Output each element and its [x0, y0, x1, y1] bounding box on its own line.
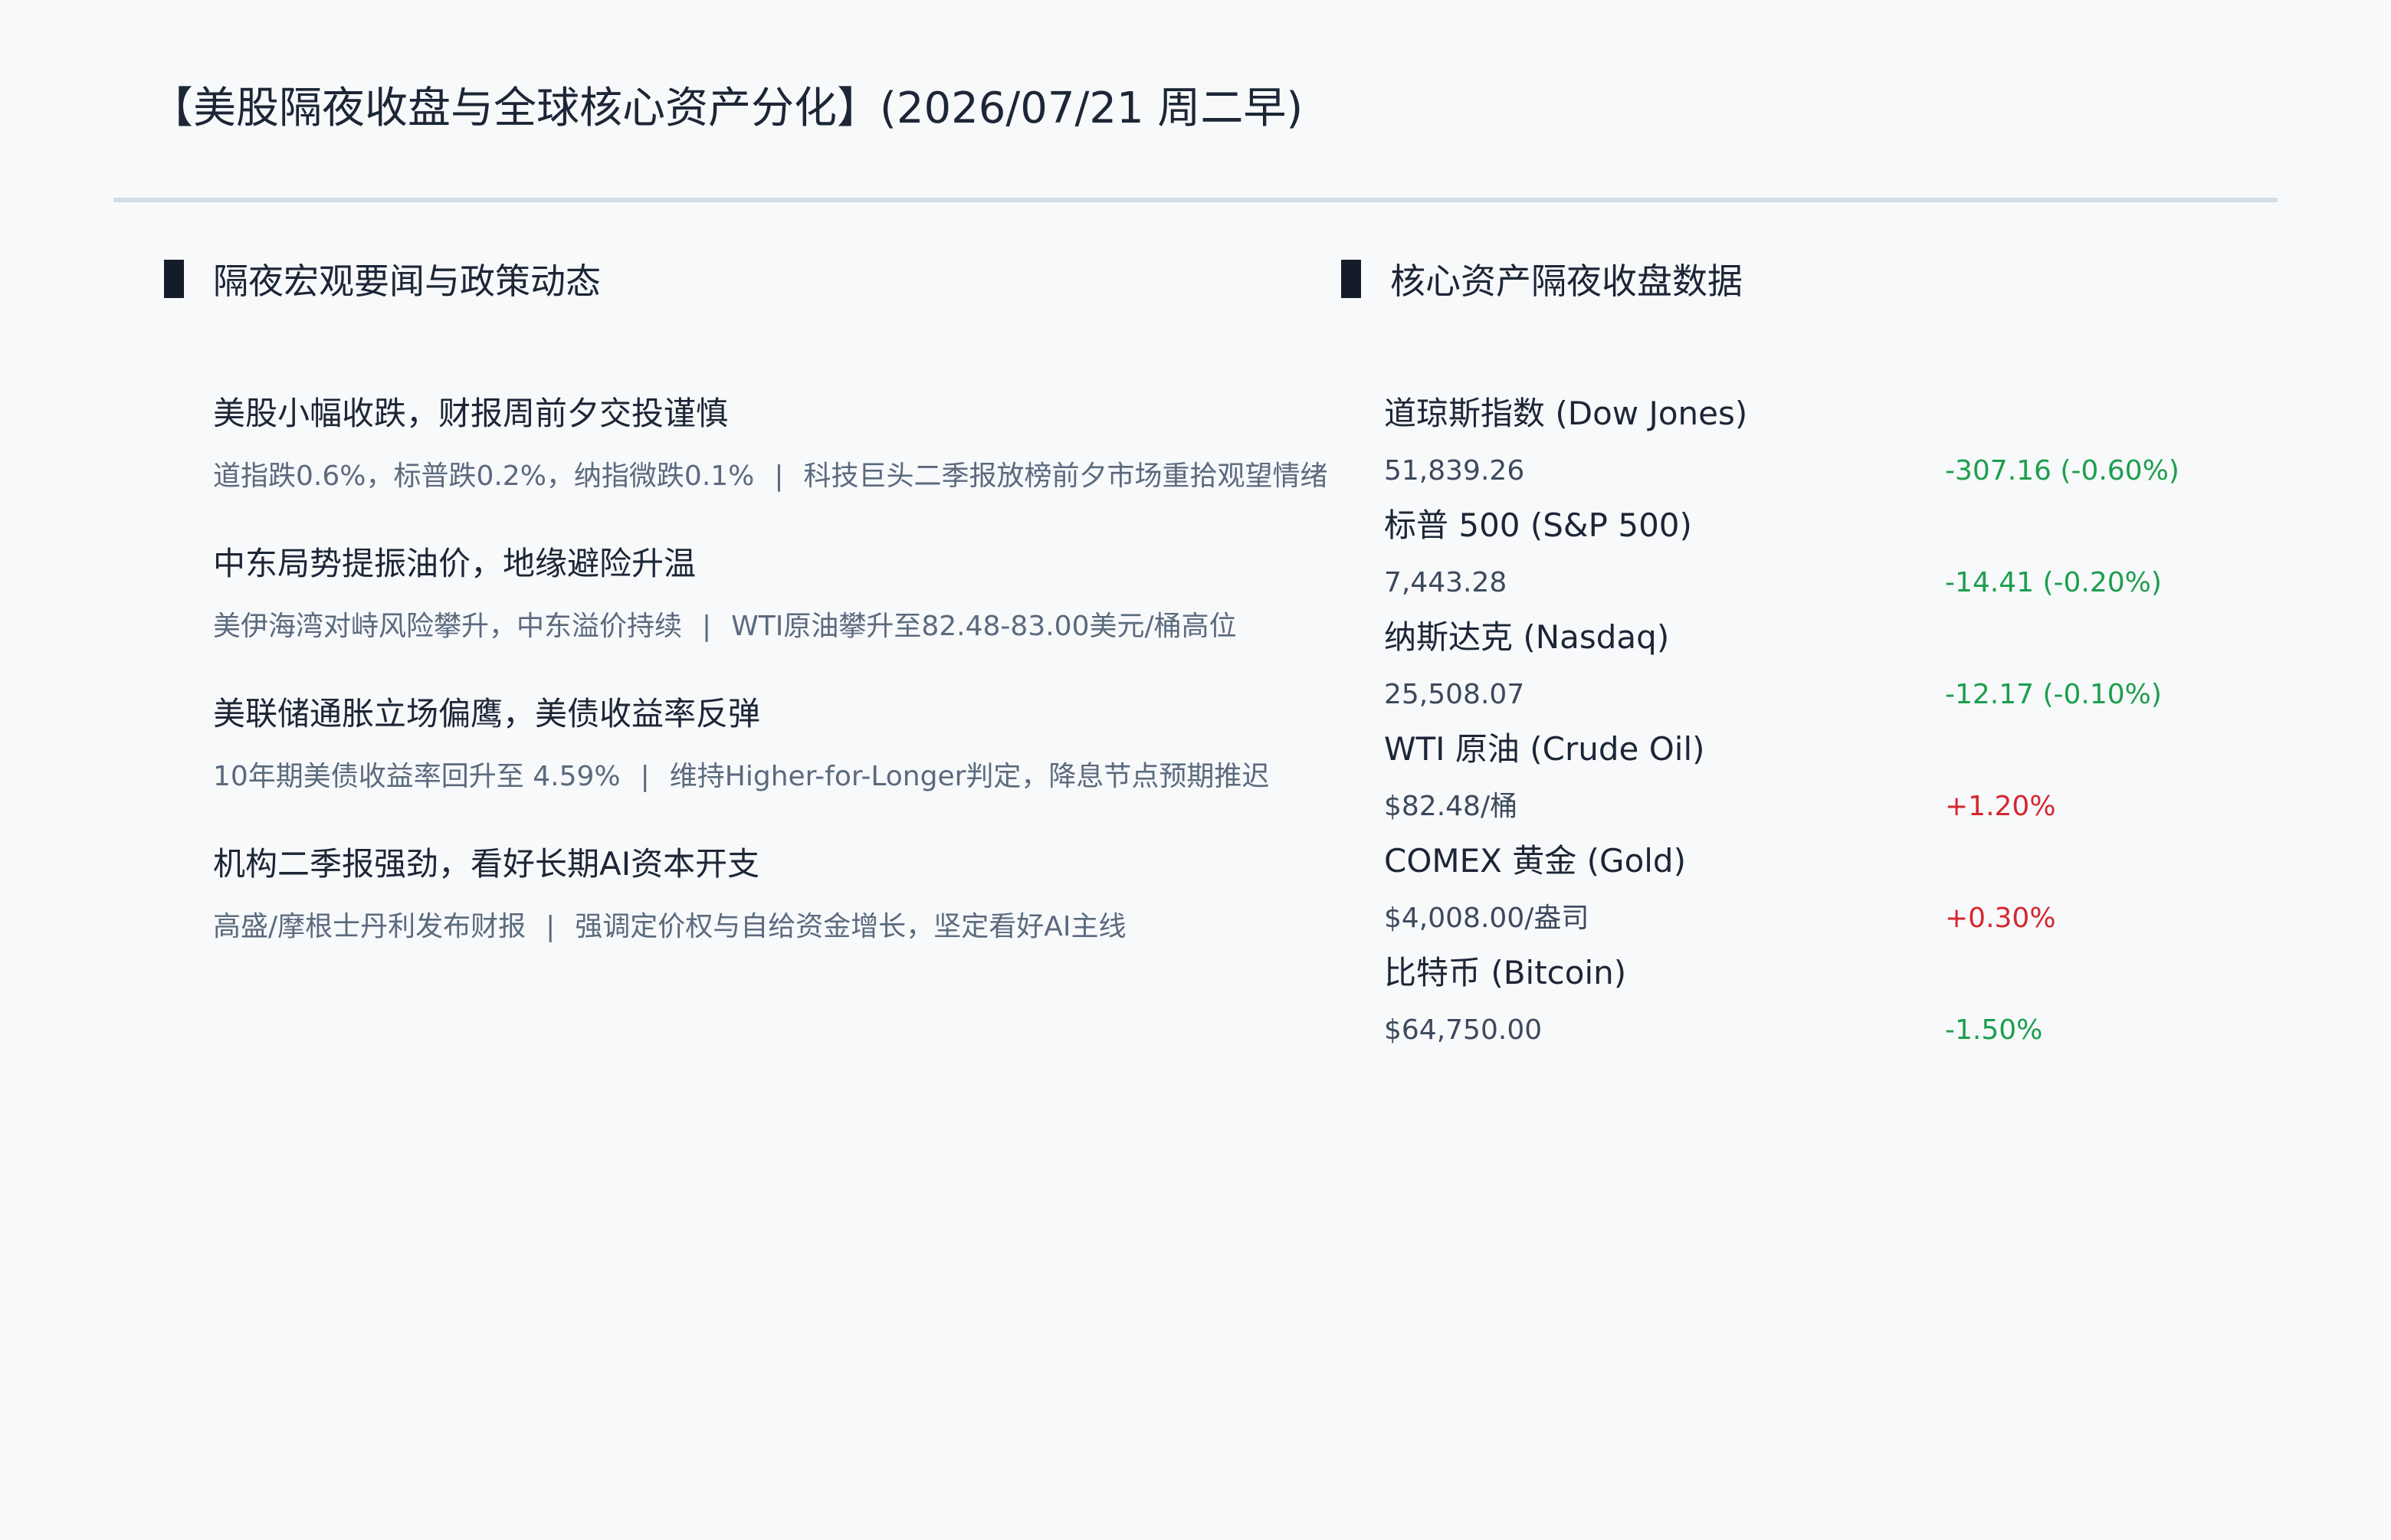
news-detail-separator: |: [702, 611, 712, 642]
asset-row: WTI 原油 (Crude Oil) $82.48/桶 +1.20%: [1384, 726, 2304, 838]
news-detail-separator: |: [774, 460, 784, 492]
asset-change: -1.50%: [1945, 1014, 2043, 1046]
asset-change: -307.16 (-0.60%): [1945, 455, 2179, 487]
asset-name: 道琼斯指数 (Dow Jones): [1384, 395, 1748, 432]
news-detail-right: 维持Higher-for-Longer判定，降息节点预期推迟: [669, 761, 1270, 792]
news-item: 美联储通胀立场偏鹰，美债收益率反弹 10年期美债收益率回升至 4.59% | 维持H…: [213, 691, 1409, 797]
asset-price: 7,443.28: [1384, 567, 1507, 598]
asset-name: COMEX 黄金 (Gold): [1384, 842, 1686, 880]
asset-name: 比特币 (Bitcoin): [1384, 954, 1627, 991]
asset-row: COMEX 黄金 (Gold) $4,008.00/盎司 +0.30%: [1384, 838, 2304, 950]
asset-change: -14.41 (-0.20%): [1945, 567, 2162, 598]
asset-row: 标普 500 (S&P 500) 7,443.28 -14.41 (-0.20%…: [1384, 503, 2304, 614]
news-detail-left: 道指跌0.6%，标普跌0.2%，纳指微跌0.1%: [213, 460, 755, 492]
news-item: 机构二季报强劲，看好长期AI资本开支 高盛/摩根士丹利发布财报 | 强调定价权与自给…: [213, 841, 1409, 947]
asset-row: 纳斯达克 (Nasdaq) 25,508.07 -12.17 (-0.10%): [1384, 614, 2304, 726]
asset-price: 51,839.26: [1384, 455, 1525, 487]
asset-row: 道琼斯指数 (Dow Jones) 51,839.26 -307.16 (-0.…: [1384, 391, 2304, 503]
news-item: 美股小幅收跌，财报周前夕交投谨慎 道指跌0.6%，标普跌0.2%，纳指微跌0.1…: [213, 391, 1409, 496]
title-divider: [113, 198, 2278, 202]
asset-change: -12.17 (-0.10%): [1945, 679, 2162, 710]
news-headline: 中东局势提振油价，地缘避险升温: [213, 545, 697, 582]
asset-price: $4,008.00/盎司: [1384, 903, 1589, 934]
news-item: 中东局势提振油价，地缘避险升温 美伊海湾对峙风险攀升，中东溢价持续 | WTI原油攀…: [213, 541, 1409, 647]
page-title: 【美股隔夜收盘与全球核心资产分化】(2026/07/21 周二早): [150, 84, 1304, 133]
news-detail-left: 10年期美债收益率回升至 4.59%: [213, 761, 621, 792]
news-detail-separator: |: [546, 911, 556, 942]
news-detail: 10年期美债收益率回升至 4.59% | 维持Higher-for-Longer判定…: [213, 757, 1409, 797]
news-detail-right: 强调定价权与自给资金增长，坚定看好AI主线: [575, 911, 1127, 942]
section-marker-bar: [164, 260, 184, 298]
asset-name: 纳斯达克 (Nasdaq): [1384, 618, 1670, 656]
news-detail-left: 高盛/摩根士丹利发布财报: [213, 911, 526, 942]
news-section-title: 隔夜宏观要闻与政策动态: [213, 260, 601, 302]
assets-section-heading: 核心资产隔夜收盘数据: [1341, 259, 1743, 302]
news-headline: 美联储通胀立场偏鹰，美债收益率反弹: [213, 695, 761, 732]
asset-name: 标普 500 (S&P 500): [1384, 506, 1692, 544]
asset-change: +0.30%: [1945, 903, 2056, 934]
news-detail-left: 美伊海湾对峙风险攀升，中东溢价持续: [213, 611, 683, 642]
news-detail-right: WTI原油攀升至82.48-83.00美元/桶高位: [731, 611, 1237, 642]
section-marker-bar: [1341, 260, 1361, 298]
news-detail: 道指跌0.6%，标普跌0.2%，纳指微跌0.1% | 科技巨头二季报放榜前夕市场重拾…: [213, 457, 1409, 496]
asset-price: $82.48/桶: [1384, 791, 1518, 822]
news-detail-separator: |: [640, 761, 650, 792]
page: 【美股隔夜收盘与全球核心资产分化】(2026/07/21 周二早) 隔夜宏观要闻…: [0, 0, 2391, 1540]
asset-row: 比特币 (Bitcoin) $64,750.00 -1.50%: [1384, 950, 2304, 1062]
asset-price: 25,508.07: [1384, 679, 1525, 710]
assets-section-title: 核心资产隔夜收盘数据: [1390, 260, 1743, 302]
news-detail: 美伊海湾对峙风险攀升，中东溢价持续 | WTI原油攀升至82.48-83.00美元/…: [213, 607, 1409, 647]
news-detail: 高盛/摩根士丹利发布财报 | 强调定价权与自给资金增长，坚定看好AI主线: [213, 907, 1409, 947]
news-headline: 美股小幅收跌，财报周前夕交投谨慎: [213, 395, 729, 432]
asset-name: WTI 原油 (Crude Oil): [1384, 730, 1705, 768]
news-headline: 机构二季报强劲，看好长期AI资本开支: [213, 845, 760, 883]
asset-change: +1.20%: [1945, 791, 2056, 822]
asset-price: $64,750.00: [1384, 1014, 1543, 1046]
news-detail-right: 科技巨头二季报放榜前夕市场重拾观望情绪: [803, 460, 1328, 492]
news-section-heading: 隔夜宏观要闻与政策动态: [164, 259, 601, 302]
